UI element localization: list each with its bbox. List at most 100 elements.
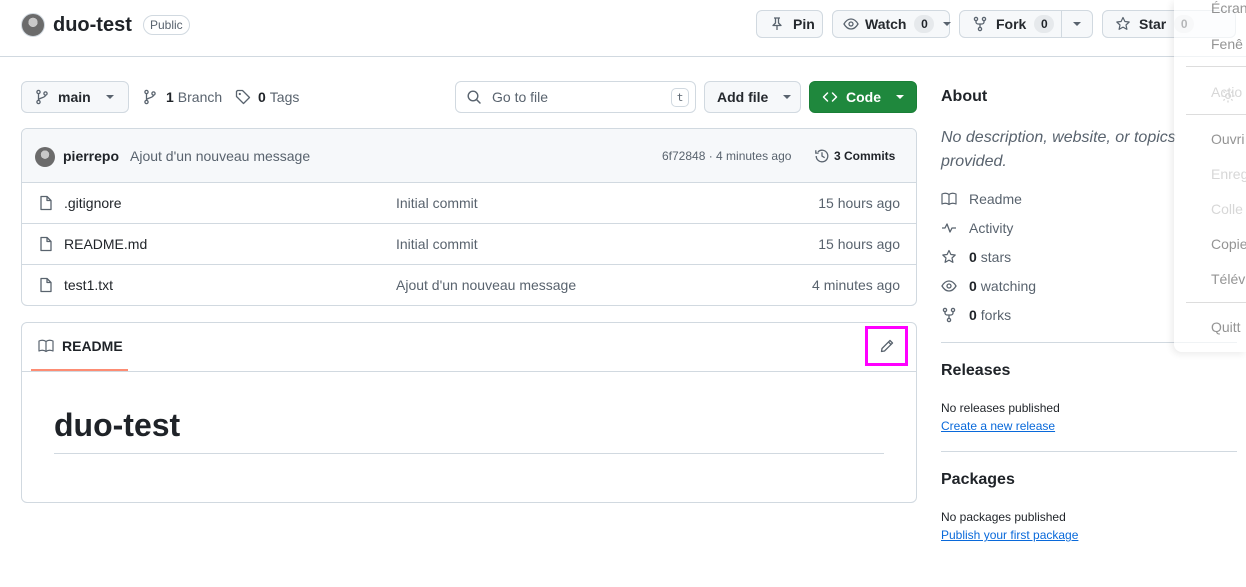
menu-item: Colle	[1211, 201, 1243, 217]
chevron-down-icon	[105, 94, 115, 100]
shortcut-key: t	[671, 88, 689, 107]
gear-icon	[1220, 88, 1236, 104]
commit-sha-time[interactable]: 6f72848 · 4 minutes ago	[662, 149, 791, 163]
table-row[interactable]: .gitignore Initial commit 15 hours ago	[22, 183, 916, 224]
edit-readme-button[interactable]	[865, 326, 908, 366]
about-item-count: 0	[969, 278, 977, 294]
file-icon	[38, 236, 54, 252]
file-time: 15 hours ago	[818, 195, 900, 211]
author-avatar[interactable]	[35, 147, 55, 167]
latest-commit-bar: pierrepo Ajout d'un nouveau message 6f72…	[22, 129, 916, 183]
menu-item[interactable]: Fenê	[1211, 36, 1243, 52]
commit-message[interactable]: Ajout d'un nouveau message	[130, 148, 310, 164]
menu-separator	[1186, 302, 1246, 303]
star-icon	[941, 249, 957, 265]
tag-count: 0	[258, 89, 266, 105]
readme-box: README duo-test	[21, 322, 917, 503]
about-item-count: 0	[969, 249, 977, 265]
branch-selector[interactable]: main	[21, 81, 129, 113]
commits-link[interactable]: 3 Commits	[814, 148, 895, 164]
fork-counter: 0	[1034, 15, 1055, 33]
menu-item[interactable]: Copie	[1211, 236, 1246, 252]
file-time: 15 hours ago	[818, 236, 900, 252]
menu-item: Enreg	[1211, 166, 1246, 182]
pin-button[interactable]: Pin	[756, 10, 823, 38]
chevron-down-icon[interactable]	[942, 21, 952, 27]
go-to-file-placeholder: Go to file	[492, 89, 549, 105]
table-row[interactable]: test1.txt Ajout d'un nouveau message 4 m…	[22, 265, 916, 305]
publish-package-link[interactable]: Publish your first package	[941, 528, 1078, 542]
history-icon	[814, 148, 830, 164]
about-item-label: watching	[980, 278, 1037, 294]
eye-icon	[843, 16, 859, 32]
menu-item[interactable]: Écran	[1211, 0, 1246, 16]
readme-heading: duo-test	[54, 407, 181, 443]
menu-separator	[1186, 66, 1246, 67]
menu-item[interactable]: Quitt	[1211, 319, 1241, 335]
repo-header: duo-test Public Pin Watch 0 Fork 0 Star	[0, 0, 1246, 57]
star-icon	[1115, 16, 1131, 32]
menu-item[interactable]: Télév	[1211, 271, 1245, 287]
about-watching-link[interactable]: 0 watching	[941, 278, 1036, 294]
about-activity-link[interactable]: Activity	[941, 220, 1013, 236]
commits-label: 3 Commits	[834, 149, 896, 163]
commit-author[interactable]: pierrepo	[63, 148, 119, 164]
code-button[interactable]: Code	[809, 81, 917, 113]
fork-divider	[1061, 11, 1062, 37]
packages-empty-text: No packages published	[941, 510, 1066, 524]
branches-link[interactable]: 1 Branch	[142, 87, 222, 107]
tags-link[interactable]: 0 Tags	[235, 87, 299, 107]
fork-icon	[972, 16, 988, 32]
owner-avatar[interactable]	[21, 13, 45, 37]
file-table: pierrepo Ajout d'un nouveau message 6f72…	[21, 128, 917, 306]
menu-separator	[1186, 114, 1246, 115]
chevron-down-icon[interactable]	[1072, 21, 1082, 27]
book-icon	[38, 338, 54, 354]
pulse-icon	[941, 220, 957, 236]
about-description: No description, website, or topics provi…	[941, 129, 1176, 170]
tag-icon	[235, 89, 251, 105]
pin-label: Pin	[793, 16, 815, 32]
about-forks-link[interactable]: 0 forks	[941, 307, 1011, 323]
menu-item[interactable]: Ouvri	[1211, 131, 1244, 147]
file-icon	[38, 277, 54, 293]
about-title: About	[941, 88, 988, 105]
visibility-badge: Public	[143, 15, 190, 35]
fork-label: Fork	[996, 16, 1027, 32]
go-to-file-input[interactable]: Go to file t	[455, 81, 696, 113]
code-label: Code	[846, 89, 881, 105]
branch-icon	[142, 89, 158, 105]
file-commit-message[interactable]: Ajout d'un nouveau message	[396, 277, 576, 293]
readme-header-divider	[22, 371, 916, 372]
watch-button[interactable]: Watch 0	[832, 10, 952, 38]
packages-title[interactable]: Packages	[941, 471, 1015, 489]
code-icon	[822, 89, 838, 105]
create-release-link[interactable]: Create a new release	[941, 419, 1055, 433]
about-stars-link[interactable]: 0 stars	[941, 249, 1011, 265]
file-time: 4 minutes ago	[812, 277, 900, 293]
watch-label: Watch	[865, 16, 907, 32]
releases-title[interactable]: Releases	[941, 362, 1010, 380]
file-name[interactable]: test1.txt	[64, 277, 113, 293]
sidebar-divider	[941, 451, 1237, 452]
repo-name-link[interactable]: duo-test	[53, 12, 132, 38]
about-item-count: 0	[969, 307, 977, 323]
file-commit-message[interactable]: Initial commit	[396, 236, 478, 252]
fork-icon	[941, 307, 957, 323]
file-name[interactable]: .gitignore	[64, 195, 122, 211]
readme-tab[interactable]: README	[31, 323, 128, 371]
add-file-button[interactable]: Add file	[704, 81, 801, 113]
pencil-icon	[879, 338, 895, 354]
table-row[interactable]: README.md Initial commit 15 hours ago	[22, 224, 916, 265]
releases-empty-text: No releases published	[941, 401, 1060, 415]
tag-label: Tags	[269, 89, 300, 105]
overlay-context-menu: Écran Fenê Actio Ouvri Enreg Colle Copie…	[1174, 0, 1246, 352]
file-name[interactable]: README.md	[64, 236, 147, 252]
about-item-label: stars	[980, 249, 1012, 265]
fork-button[interactable]: Fork 0	[959, 10, 1093, 38]
file-commit-message[interactable]: Initial commit	[396, 195, 478, 211]
branch-label: Branch	[177, 89, 223, 105]
branch-icon	[34, 89, 50, 105]
about-readme-link[interactable]: Readme	[941, 191, 1022, 207]
search-icon	[466, 89, 482, 105]
